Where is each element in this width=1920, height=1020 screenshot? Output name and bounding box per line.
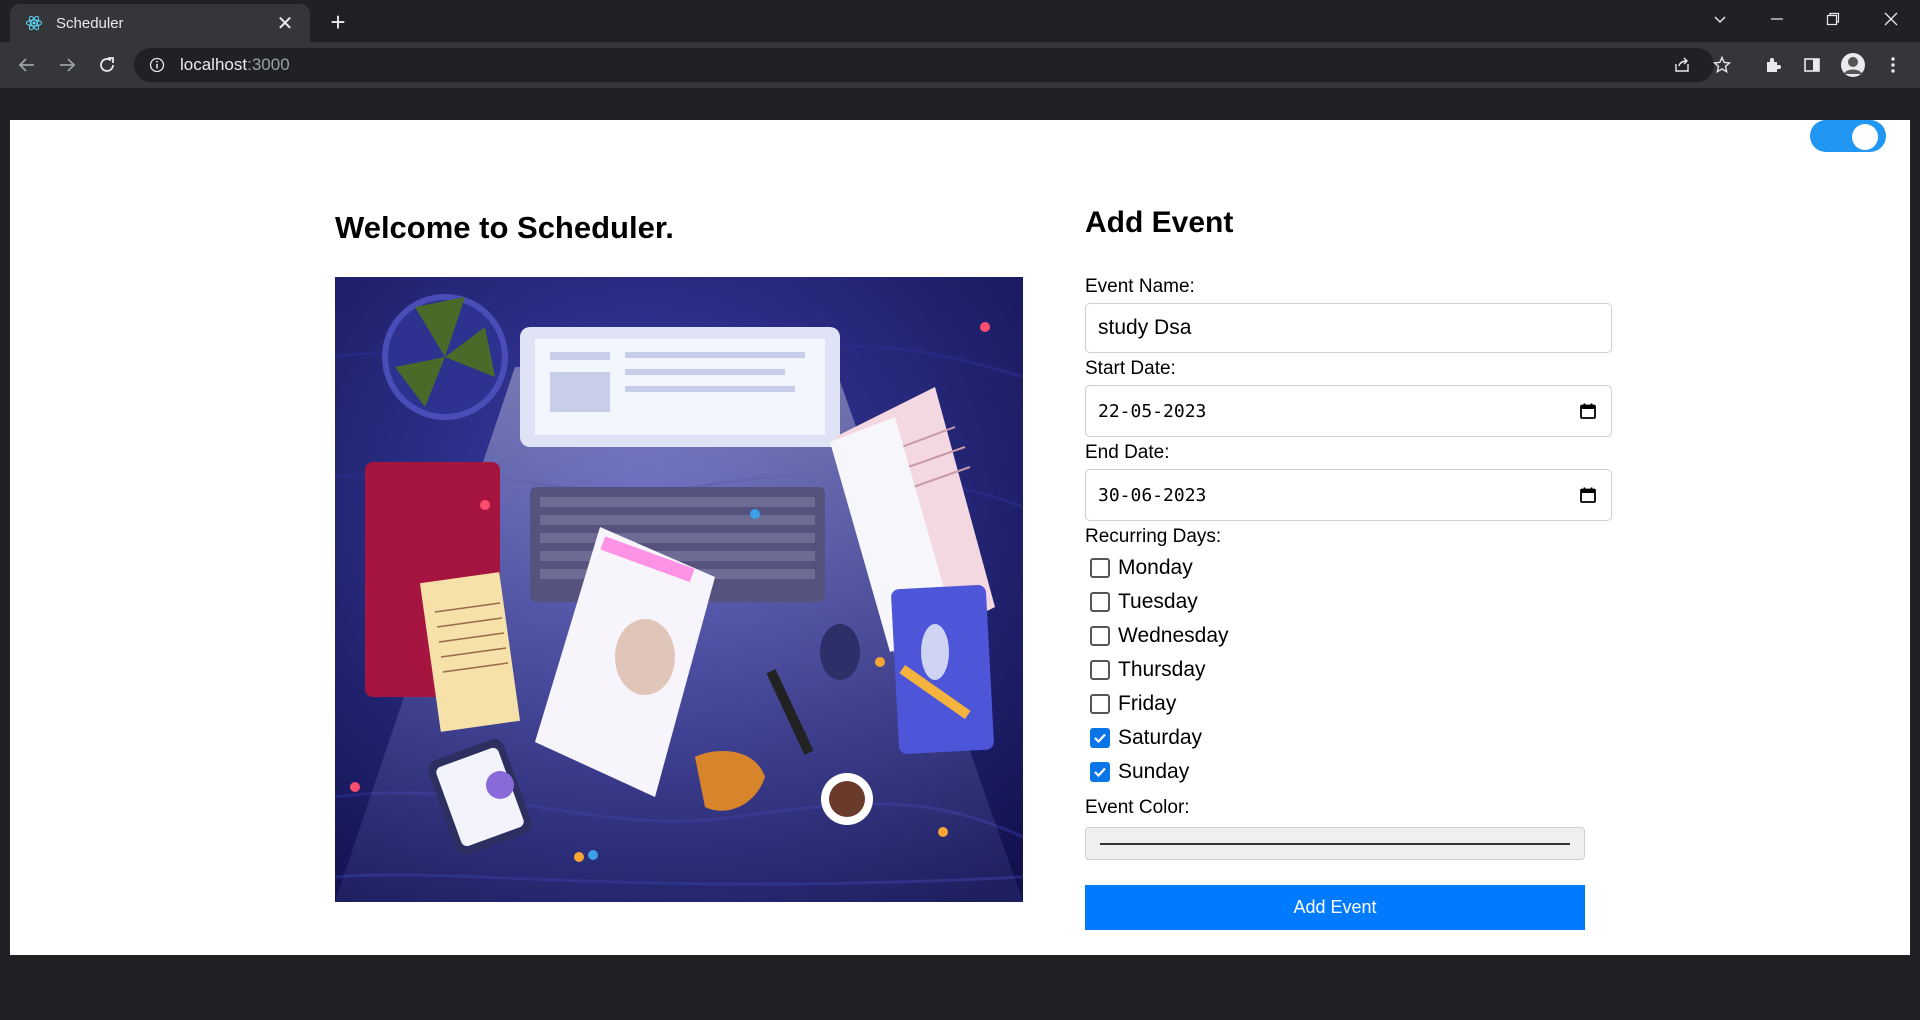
- day-label: Wednesday: [1118, 624, 1229, 647]
- profile-avatar[interactable]: [1838, 50, 1868, 80]
- address-bar[interactable]: localhost:3000: [134, 48, 1714, 82]
- new-tab-icon[interactable]: +: [324, 7, 352, 37]
- event-color-label: Event Color:: [1085, 797, 1190, 818]
- checkbox[interactable]: [1090, 558, 1110, 578]
- add-event-button[interactable]: Add Event: [1085, 885, 1585, 930]
- day-checkbox-tuesday[interactable]: Tuesday: [1090, 590, 1198, 614]
- more-menu-icon[interactable]: [1878, 50, 1908, 80]
- site-info-icon[interactable]: [148, 56, 166, 74]
- forward-icon[interactable]: [52, 50, 82, 80]
- end-date-label: End Date:: [1085, 442, 1170, 463]
- browser-tab-bar: Scheduler ✕ +: [0, 0, 1920, 42]
- tab-title: Scheduler: [56, 14, 124, 32]
- color-swatch: [1100, 842, 1570, 845]
- calendar-icon[interactable]: [1577, 400, 1599, 422]
- side-panel-icon[interactable]: [1797, 50, 1827, 80]
- tab-search-icon[interactable]: [1700, 4, 1740, 34]
- end-date-value: 30-06-2023: [1098, 484, 1207, 506]
- react-logo-icon: [24, 13, 44, 33]
- checkmark-icon: [1094, 733, 1106, 744]
- start-date-input[interactable]: 22-05-2023: [1085, 385, 1612, 437]
- share-icon[interactable]: [1667, 50, 1697, 80]
- browser-tab[interactable]: Scheduler ✕: [10, 4, 310, 42]
- back-icon[interactable]: [12, 50, 42, 80]
- checkbox[interactable]: [1090, 626, 1110, 646]
- day-checkbox-wednesday[interactable]: Wednesday: [1090, 624, 1229, 648]
- checkbox[interactable]: [1090, 660, 1110, 680]
- day-checkbox-sunday[interactable]: Sunday: [1090, 760, 1189, 784]
- checkmark-icon: [1094, 767, 1106, 778]
- checkbox[interactable]: [1090, 694, 1110, 714]
- bookmark-star-icon[interactable]: [1707, 50, 1737, 80]
- close-window-icon[interactable]: [1871, 4, 1911, 34]
- day-checkbox-saturday[interactable]: Saturday: [1090, 726, 1202, 750]
- day-label: Tuesday: [1118, 590, 1198, 613]
- workspace-illustration: [335, 277, 1023, 902]
- event-name-input[interactable]: study Dsa: [1085, 303, 1612, 353]
- restore-icon[interactable]: [1813, 4, 1853, 34]
- recurring-days-label: Recurring Days:: [1085, 526, 1222, 547]
- welcome-heading: Welcome to Scheduler.: [335, 210, 674, 245]
- reload-icon[interactable]: [92, 50, 122, 80]
- day-checkbox-thursday[interactable]: Thursday: [1090, 658, 1206, 682]
- checkbox[interactable]: [1090, 728, 1110, 748]
- day-label: Sunday: [1118, 760, 1190, 783]
- day-checkbox-friday[interactable]: Friday: [1090, 692, 1176, 716]
- start-date-value: 22-05-2023: [1098, 400, 1207, 422]
- day-label: Monday: [1118, 556, 1193, 579]
- start-date-label: Start Date:: [1085, 358, 1176, 379]
- checkbox[interactable]: [1090, 592, 1110, 612]
- browser-toolbar: localhost:3000: [0, 42, 1920, 88]
- close-tab-icon[interactable]: ✕: [274, 12, 296, 35]
- end-date-input[interactable]: 30-06-2023: [1085, 469, 1612, 521]
- day-label: Saturday: [1118, 726, 1203, 749]
- minimize-icon[interactable]: [1757, 4, 1797, 34]
- day-label: Friday: [1118, 692, 1177, 715]
- calendar-icon[interactable]: [1577, 484, 1599, 506]
- chrome-gap: [0, 88, 1920, 120]
- add-event-heading: Add Event: [1085, 206, 1234, 239]
- day-label: Thursday: [1118, 658, 1206, 681]
- page-content: Welcome to Scheduler. Add Event Event Na…: [10, 120, 1910, 955]
- day-checkbox-monday[interactable]: Monday: [1090, 556, 1193, 580]
- event-name-label: Event Name:: [1085, 276, 1195, 297]
- extensions-icon[interactable]: [1758, 50, 1788, 80]
- checkbox[interactable]: [1090, 762, 1110, 782]
- url-host: localhost: [180, 55, 248, 74]
- theme-toggle[interactable]: [1810, 120, 1886, 152]
- toggle-knob: [1852, 124, 1878, 150]
- event-color-picker[interactable]: [1085, 827, 1585, 860]
- url-port: :3000: [247, 55, 290, 74]
